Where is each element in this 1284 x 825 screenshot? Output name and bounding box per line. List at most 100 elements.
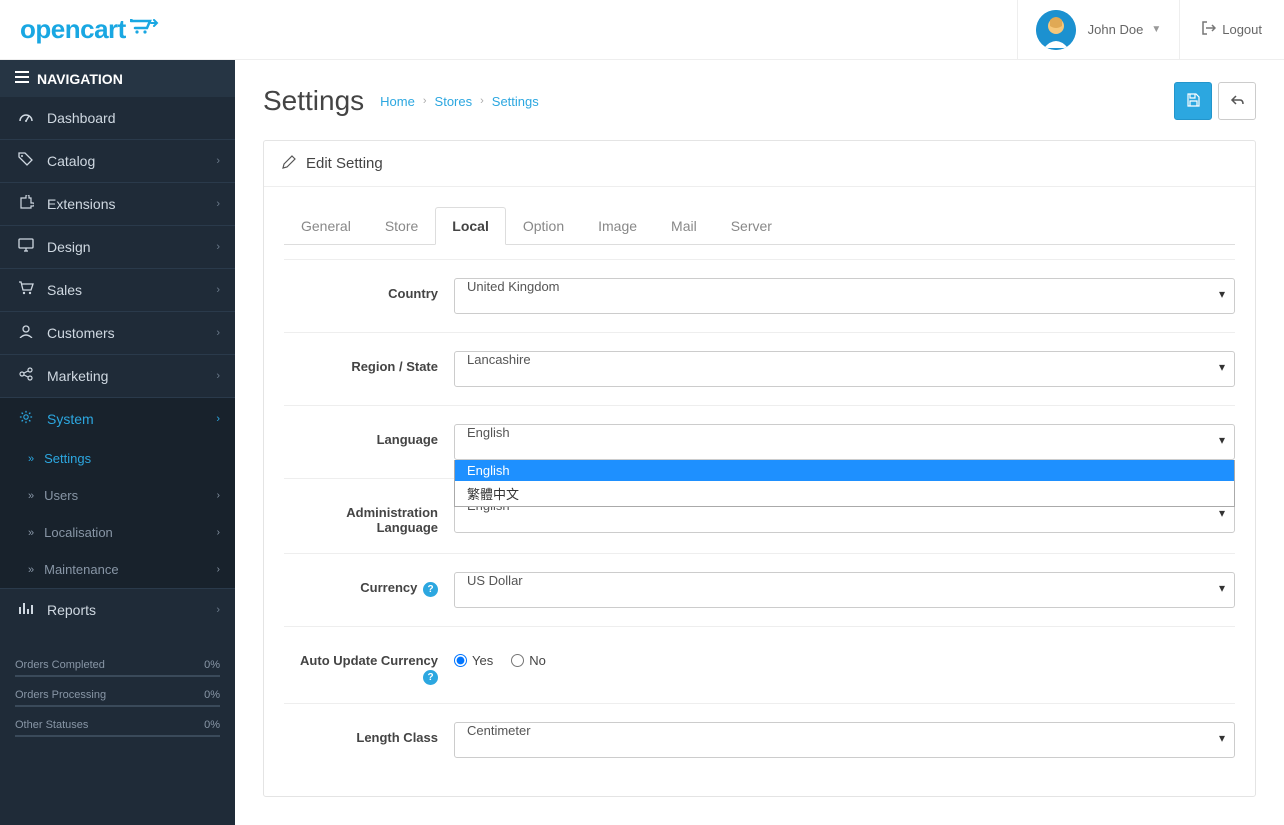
chevron-right-icon: ›	[216, 370, 220, 382]
label-auto-update-currency: Auto Update Currency ?	[284, 645, 454, 685]
stat-orders-processing: Orders Processing 0%	[15, 683, 220, 707]
sidebar-item-label: Marketing	[47, 368, 108, 384]
sidebar-subitem-label: Settings	[44, 451, 91, 466]
form-row-length-class: Length Class Centimeter	[284, 703, 1235, 776]
sidebar-item-label: Reports	[47, 602, 96, 618]
currency-select[interactable]: US Dollar	[454, 572, 1235, 608]
stat-value: 0%	[204, 659, 220, 671]
logo-cart-icon	[130, 15, 160, 41]
logout-button[interactable]: Logout	[1179, 0, 1284, 59]
reply-icon	[1230, 93, 1244, 110]
panel-heading: Edit Setting	[264, 141, 1255, 187]
tab-server[interactable]: Server	[714, 207, 789, 245]
sidebar-item-extensions[interactable]: Extensions ›	[0, 182, 235, 225]
radio-yes[interactable]: Yes	[454, 653, 493, 668]
stat-label: Orders Processing	[15, 689, 106, 701]
sidebar-item-catalog[interactable]: Catalog ›	[0, 139, 235, 182]
radio-no-input[interactable]	[511, 654, 524, 667]
chevron-right-icon: ›	[217, 527, 220, 538]
cog-icon	[15, 410, 37, 428]
chevron-right-icon: ›	[217, 564, 220, 575]
tags-icon	[15, 152, 37, 170]
sidebar-item-sales[interactable]: Sales ›	[0, 268, 235, 311]
breadcrumb-settings[interactable]: Settings	[492, 94, 539, 109]
tab-mail[interactable]: Mail	[654, 207, 714, 245]
sidebar-item-system[interactable]: System ›	[0, 397, 235, 440]
stat-label: Other Statuses	[15, 719, 88, 731]
dashboard-icon	[15, 109, 37, 127]
sidebar-item-label: System	[47, 411, 94, 427]
region-select[interactable]: Lancashire	[454, 351, 1235, 387]
panel-title: Edit Setting	[306, 155, 383, 172]
label-length-class: Length Class	[284, 722, 454, 745]
breadcrumb-stores[interactable]: Stores	[435, 94, 473, 109]
tabs: General Store Local Option Image Mail Se…	[284, 207, 1235, 245]
label-currency: Currency ?	[284, 572, 454, 597]
pencil-icon	[282, 155, 296, 172]
nav-title: NAVIGATION	[37, 71, 123, 87]
radio-yes-input[interactable]	[454, 654, 467, 667]
form-row-currency: Currency ? US Dollar	[284, 553, 1235, 626]
chevron-right-icon: ›	[216, 198, 220, 210]
label-region: Region / State	[284, 351, 454, 374]
stat-other-statuses: Other Statuses 0%	[15, 713, 220, 737]
caret-down-icon: ▼	[1151, 24, 1161, 35]
page-title: Settings	[263, 85, 364, 117]
system-submenu: » Settings » Users › » Localisation › » …	[0, 440, 235, 588]
double-angle-icon: »	[28, 527, 34, 539]
help-icon[interactable]: ?	[423, 670, 438, 685]
label-admin-language: Administration Language	[284, 497, 454, 535]
save-icon	[1186, 93, 1200, 110]
language-option-english[interactable]: English	[455, 460, 1234, 481]
sidebar-item-label: Extensions	[47, 196, 115, 212]
radio-no[interactable]: No	[511, 653, 546, 668]
form-row-region: Region / State Lancashire	[284, 332, 1235, 405]
nav-header: NAVIGATION	[0, 60, 235, 97]
tab-general[interactable]: General	[284, 207, 368, 245]
length-class-select[interactable]: Centimeter	[454, 722, 1235, 758]
double-angle-icon: »	[28, 564, 34, 576]
language-dropdown: English 繁體中文	[454, 460, 1235, 507]
sidebar: NAVIGATION Dashboard Catalog › Extension…	[0, 60, 235, 825]
avatar	[1036, 10, 1076, 50]
breadcrumb-sep-icon: ›	[480, 95, 484, 107]
breadcrumb-home[interactable]: Home	[380, 94, 415, 109]
label-country: Country	[284, 278, 454, 301]
sidebar-subitem-localisation[interactable]: » Localisation ›	[0, 514, 235, 551]
share-icon	[15, 367, 37, 385]
sidebar-subitem-users[interactable]: » Users ›	[0, 477, 235, 514]
hamburger-icon[interactable]	[15, 70, 29, 87]
logo-text: opencart	[20, 14, 126, 45]
help-icon[interactable]: ?	[423, 582, 438, 597]
sidebar-item-customers[interactable]: Customers ›	[0, 311, 235, 354]
tab-store[interactable]: Store	[368, 207, 435, 245]
logout-label: Logout	[1222, 22, 1262, 37]
breadcrumb: Home › Stores › Settings	[380, 94, 539, 109]
country-select[interactable]: United Kingdom	[454, 278, 1235, 314]
user-name: John Doe	[1088, 22, 1144, 37]
back-button[interactable]	[1218, 82, 1256, 120]
sidebar-subitem-maintenance[interactable]: » Maintenance ›	[0, 551, 235, 588]
stat-orders-completed: Orders Completed 0%	[15, 653, 220, 677]
tab-local[interactable]: Local	[435, 207, 506, 245]
sidebar-item-reports[interactable]: Reports ›	[0, 588, 235, 631]
user-menu[interactable]: John Doe ▼	[1017, 0, 1180, 59]
save-button[interactable]	[1174, 82, 1212, 120]
sidebar-subitem-settings[interactable]: » Settings	[0, 440, 235, 477]
page-header: Settings Home › Stores › Settings	[235, 60, 1284, 136]
sidebar-item-label: Design	[47, 239, 91, 255]
sidebar-subitem-label: Users	[44, 488, 78, 503]
logo[interactable]: opencart	[0, 14, 235, 45]
sidebar-item-design[interactable]: Design ›	[0, 225, 235, 268]
main-content: Settings Home › Stores › Settings E	[235, 60, 1284, 825]
sidebar-item-marketing[interactable]: Marketing ›	[0, 354, 235, 397]
sidebar-item-label: Dashboard	[47, 110, 116, 126]
tab-image[interactable]: Image	[581, 207, 654, 245]
sidebar-item-label: Sales	[47, 282, 82, 298]
sidebar-item-dashboard[interactable]: Dashboard	[0, 97, 235, 139]
tab-option[interactable]: Option	[506, 207, 581, 245]
user-icon	[15, 324, 37, 342]
language-select[interactable]: English	[454, 424, 1235, 460]
language-option-tc[interactable]: 繁體中文	[455, 481, 1234, 506]
form-row-auto-update-currency: Auto Update Currency ? Yes No	[284, 626, 1235, 703]
